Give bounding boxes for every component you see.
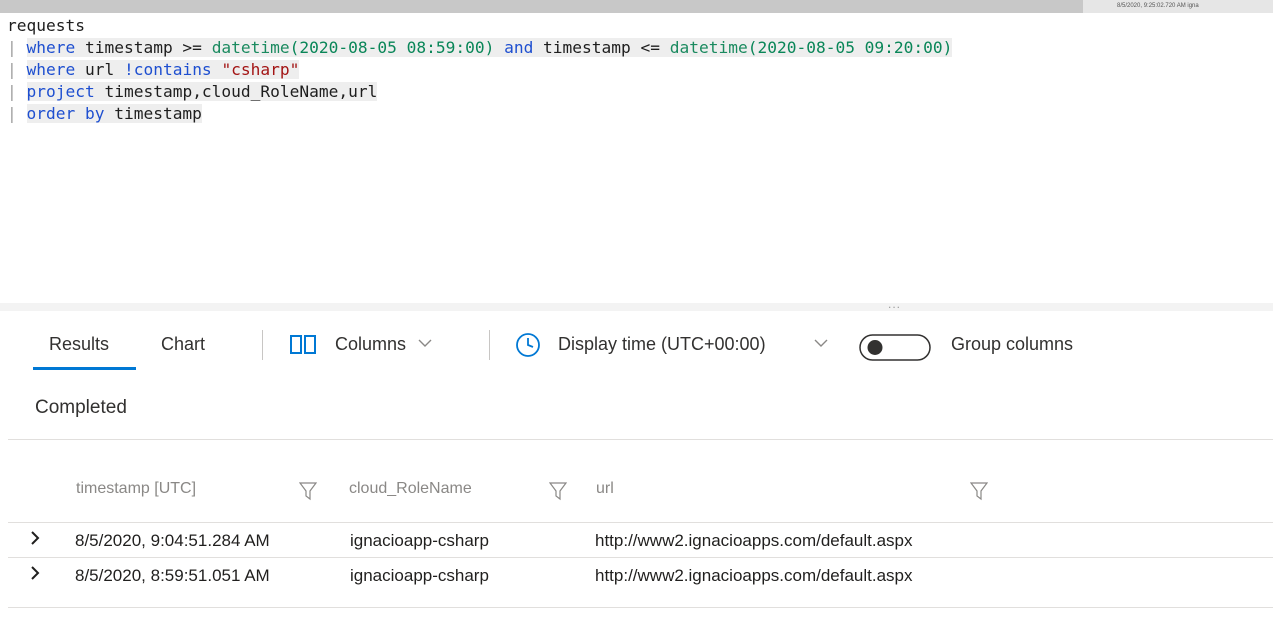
pipe-bar: | xyxy=(7,82,17,101)
query-text: timestamp <= xyxy=(533,38,670,57)
clock-icon[interactable] xyxy=(515,332,541,358)
where-keyword: where xyxy=(26,60,76,79)
query-line-5[interactable]: | order by timestamp xyxy=(7,103,202,125)
query-editor[interactable]: requests | where timestamp >= datetime(2… xyxy=(0,13,1273,303)
toolbar-divider xyxy=(489,330,490,360)
chevron-down-icon[interactable] xyxy=(814,338,828,348)
string-literal: "csharp" xyxy=(221,60,300,79)
filter-icon[interactable] xyxy=(299,481,317,501)
pane-splitter[interactable] xyxy=(0,303,1273,311)
cell-cloud-rolename: ignacioapp-csharp xyxy=(350,566,489,585)
column-header-url[interactable]: url xyxy=(596,480,614,498)
chevron-right-icon[interactable] xyxy=(28,529,42,547)
group-columns-label: Group columns xyxy=(951,334,1074,354)
column-header-timestamp[interactable]: timestamp [UTC] xyxy=(76,480,196,498)
table-row[interactable]: 8/5/2020, 8:59:51.051 AM ignacioapp-csha… xyxy=(8,557,1273,593)
pipe-bar: | xyxy=(7,38,17,57)
and-keyword: and xyxy=(494,38,534,57)
tab-chart[interactable]: Chart xyxy=(161,334,205,355)
splitter-handle[interactable]: ... xyxy=(888,297,901,311)
query-line-3[interactable]: | where url !contains "csharp" xyxy=(7,59,300,81)
background-thumbnail-text: 8/5/2020, 9:25:02.720 AM igna xyxy=(1117,3,1199,9)
datetime-function: datetime xyxy=(669,38,748,57)
query-text xyxy=(212,60,222,79)
results-toolbar: Results Chart Columns Display time (UTC+… xyxy=(0,322,1273,374)
background-thumbnail: 8/5/2020, 9:25:02.720 AM igna xyxy=(1083,0,1273,13)
divider xyxy=(8,607,1273,608)
query-text: timestamp xyxy=(104,104,202,123)
datetime-argument: (2020-08-05 09:20:00) xyxy=(747,38,953,57)
table-header: timestamp [UTC] cloud_RoleName url xyxy=(0,476,1273,506)
chevron-down-icon[interactable] xyxy=(418,338,432,348)
query-text: url xyxy=(75,60,124,79)
project-keyword: project xyxy=(26,82,95,101)
query-status: Completed xyxy=(35,397,127,418)
datetime-function: datetime xyxy=(211,38,290,57)
columns-button[interactable]: Columns xyxy=(335,334,406,355)
filter-icon[interactable] xyxy=(549,481,567,501)
query-line-4[interactable]: | project timestamp,cloud_RoleName,url xyxy=(7,81,378,103)
order-by-keyword: order by xyxy=(26,104,105,123)
display-time-dropdown[interactable]: Display time (UTC+00:00) xyxy=(558,334,766,355)
toolbar-divider xyxy=(262,330,263,360)
query-line-1[interactable]: requests xyxy=(7,15,85,37)
pipe-bar: | xyxy=(7,60,17,79)
cell-url: http://www2.ignacioapps.com/default.aspx xyxy=(595,531,913,550)
cell-timestamp: 8/5/2020, 8:59:51.051 AM xyxy=(75,566,270,585)
cell-cloud-rolename: ignacioapp-csharp xyxy=(350,531,489,550)
datetime-argument: (2020-08-05 08:59:00) xyxy=(289,38,495,57)
query-line-2[interactable]: | where timestamp >= datetime(2020-08-05… xyxy=(7,37,953,59)
group-columns-toggle[interactable] xyxy=(859,334,931,361)
query-text: timestamp >= xyxy=(75,38,212,57)
active-tab-indicator xyxy=(33,367,136,370)
cell-timestamp: 8/5/2020, 9:04:51.284 AM xyxy=(75,531,270,550)
column-header-cloud-rolename[interactable]: cloud_RoleName xyxy=(349,480,472,498)
divider xyxy=(8,439,1273,440)
columns-icon[interactable] xyxy=(290,335,316,354)
table-row[interactable]: 8/5/2020, 9:04:51.284 AM ignacioapp-csha… xyxy=(8,522,1273,558)
contains-operator: !contains xyxy=(123,60,212,79)
chevron-right-icon[interactable] xyxy=(28,564,42,582)
query-table-name: requests xyxy=(7,16,85,35)
cell-url: http://www2.ignacioapps.com/default.aspx xyxy=(595,566,913,585)
filter-icon[interactable] xyxy=(970,481,988,501)
where-keyword: where xyxy=(26,38,76,57)
query-text: timestamp,cloud_RoleName,url xyxy=(94,82,378,101)
pipe-bar: | xyxy=(7,104,17,123)
tab-results[interactable]: Results xyxy=(49,334,109,355)
